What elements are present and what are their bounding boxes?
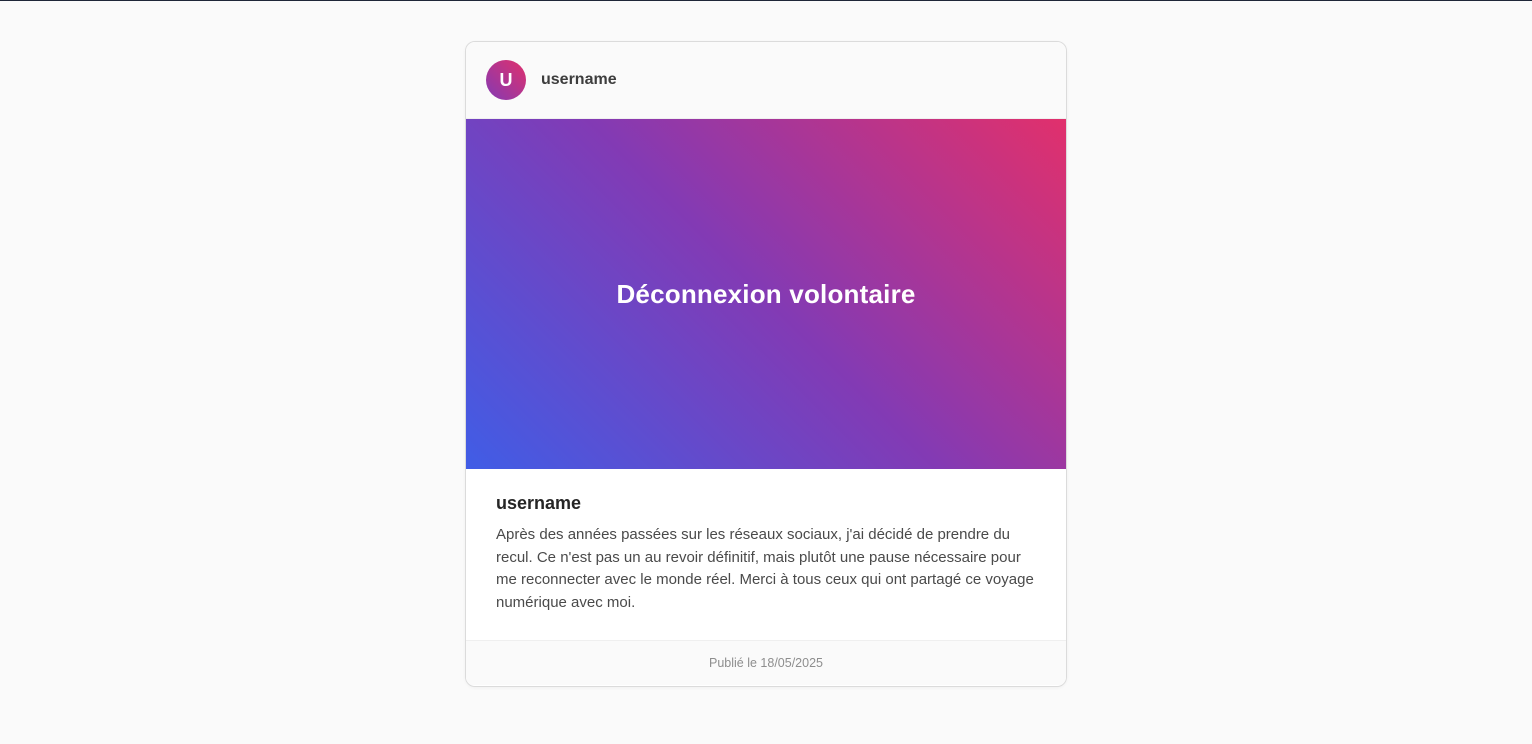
- published-date: Publié le 18/05/2025: [709, 656, 823, 670]
- post-image-title: Déconnexion volontaire: [616, 278, 916, 309]
- post-image: Déconnexion volontaire: [466, 119, 1066, 469]
- header-username[interactable]: username: [541, 71, 617, 89]
- post-footer: Publié le 18/05/2025: [466, 640, 1066, 685]
- post-content: username Après des années passées sur le…: [466, 469, 1066, 640]
- post-card: U username Déconnexion volontaire userna…: [465, 41, 1067, 687]
- post-username: username: [496, 493, 582, 513]
- avatar[interactable]: U: [486, 60, 526, 100]
- top-border: [0, 0, 1532, 1]
- post-header: U username: [466, 42, 1066, 119]
- post-text: Après des années passées sur les réseaux…: [496, 526, 1034, 611]
